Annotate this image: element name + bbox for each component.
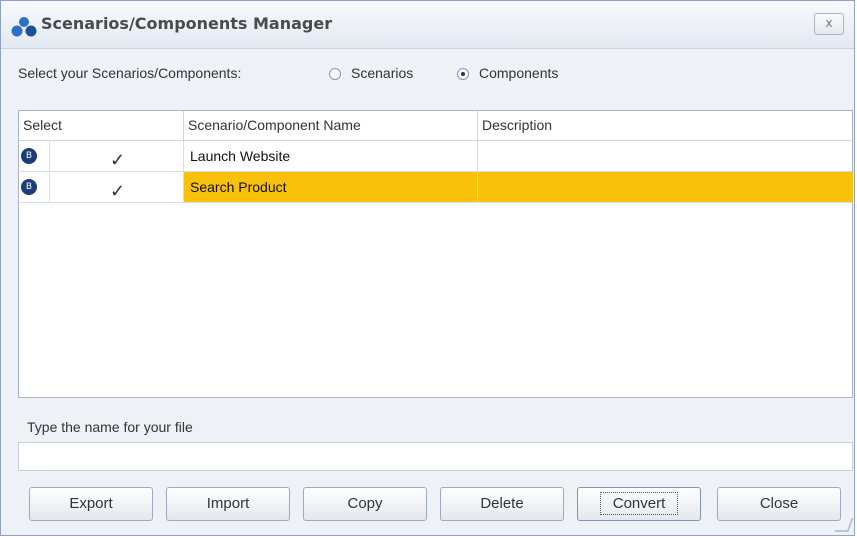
component-icon: B	[21, 179, 37, 195]
table-row[interactable]: B ✓ Search Product	[19, 172, 853, 203]
components-grid[interactable]: Select Scenario/Component Name Descripti…	[18, 110, 853, 398]
checkbox-checked-icon[interactable]: ✓	[110, 145, 125, 175]
copy-button[interactable]: Copy	[303, 487, 427, 521]
component-icon: B	[21, 148, 37, 164]
delete-button[interactable]: Delete	[440, 487, 564, 521]
scenarios-components-window: Scenarios/Components Manager x Select yo…	[0, 0, 855, 536]
close-button[interactable]: Close	[717, 487, 841, 521]
checkbox-checked-icon[interactable]: ✓	[110, 176, 125, 206]
title-bar[interactable]: Scenarios/Components Manager x	[1, 1, 854, 49]
row-description[interactable]	[478, 172, 853, 202]
file-name-input[interactable]	[18, 442, 853, 471]
radio-scenarios-button[interactable]	[329, 68, 341, 80]
row-name[interactable]: Search Product	[184, 172, 478, 202]
import-button[interactable]: Import	[166, 487, 290, 521]
export-button-label: Export	[69, 495, 113, 512]
window-title: Scenarios/Components Manager	[41, 14, 333, 33]
export-button[interactable]: Export	[29, 487, 153, 521]
copy-button-label: Copy	[347, 495, 383, 512]
radio-scenarios[interactable]: Scenarios	[329, 65, 413, 81]
close-icon: x	[825, 16, 833, 30]
column-header-description[interactable]: Description	[478, 111, 853, 140]
radio-components[interactable]: Components	[457, 65, 558, 81]
file-name-label: Type the name for your file	[27, 419, 193, 435]
select-type-label: Select your Scenarios/Components:	[18, 65, 242, 81]
select-checkbox-cell[interactable]: ✓	[49, 141, 184, 171]
convert-button-label: Convert	[599, 492, 679, 515]
row-description[interactable]	[478, 141, 853, 171]
row-name[interactable]: Launch Website	[184, 141, 478, 171]
radio-components-label: Components	[479, 65, 559, 81]
grid-header: Select Scenario/Component Name Descripti…	[19, 111, 852, 141]
radio-components-button[interactable]	[457, 68, 469, 80]
close-window-button[interactable]: x	[814, 13, 844, 35]
import-button-label: Import	[206, 495, 250, 512]
table-row[interactable]: B ✓ Launch Website	[19, 141, 852, 172]
radio-scenarios-label: Scenarios	[351, 65, 414, 81]
app-icon	[11, 17, 37, 37]
select-checkbox-cell[interactable]: ✓	[49, 172, 184, 202]
close-button-label: Close	[759, 495, 799, 512]
convert-button[interactable]: Convert	[577, 487, 701, 521]
column-header-select[interactable]: Select	[19, 111, 184, 140]
delete-button-label: Delete	[480, 495, 524, 512]
column-header-name[interactable]: Scenario/Component Name	[184, 111, 478, 140]
